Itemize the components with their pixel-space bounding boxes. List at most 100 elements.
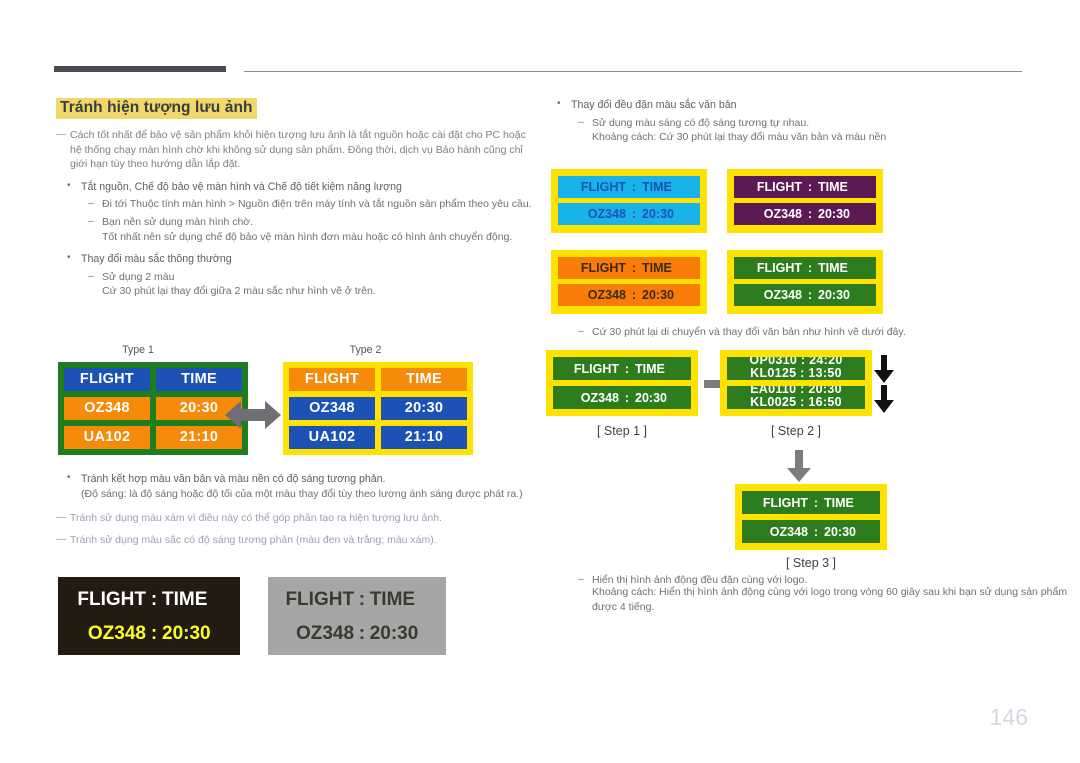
type1-label: Type 1 xyxy=(122,344,154,356)
purple-flight-label: FLIGHT xyxy=(756,180,802,194)
step2-board: OP0310 : 24:20 KL0125 : 13:50 EA0110 : 2… xyxy=(720,350,872,416)
gray-sample-row2: OZ348 : 20:30 xyxy=(268,617,446,651)
type2-label: Type 2 xyxy=(349,344,382,356)
dark-contrast-sample: FLIGHT : TIME OZ348 : 20:30 xyxy=(58,577,240,655)
orange-sep1: : xyxy=(631,261,637,275)
page-number: 146 xyxy=(989,704,1028,730)
step3-sep1: : xyxy=(813,495,819,510)
dark-sample-time-value: 20:30 xyxy=(162,623,211,644)
orange-panel-row1: FLIGHT : TIME xyxy=(558,257,700,279)
board-header-row: FLIGHT TIME xyxy=(64,368,242,391)
orange-panel: FLIGHT : TIME OZ348 : 20:30 xyxy=(551,250,707,314)
gray-sample-flight-value: OZ348 xyxy=(295,623,355,644)
purple-panel-row2: OZ348 : 20:30 xyxy=(734,203,876,225)
cell-flight-oz348: OZ348 xyxy=(289,397,375,420)
bullet-color-change: Thay đổi màu sắc thông thường xyxy=(56,251,538,267)
cyan-sep1: : xyxy=(631,180,637,194)
dark-sample-row2: OZ348 : 20:30 xyxy=(58,617,240,651)
sub-use-screensaver: Bạn nên sử dụng màn hình chờ. xyxy=(56,214,538,230)
note-logo-display-detail: Khoảng cách: Hiển thị hình ảnh động cùng… xyxy=(592,586,1068,613)
green-sep2: : xyxy=(807,288,813,302)
bullet-avoid-contrast-detail: (Độ sáng: là độ sáng hoặc độ tối của một… xyxy=(81,487,523,500)
board-row: OZ348 20:30 xyxy=(289,397,467,420)
step3-flight-label: FLIGHT xyxy=(762,495,808,510)
step1-sep2: : xyxy=(624,390,630,405)
purple-sep2: : xyxy=(807,207,813,221)
cyan-flight-value: OZ348 xyxy=(587,207,626,221)
sub-display-properties: Đi tới Thuộc tính màn hình > Nguồn điện … xyxy=(56,196,538,212)
cell-time-2110: 21:10 xyxy=(381,426,467,449)
intro-note: Cách tốt nhất để bảo vệ sản phẩm khỏi hi… xyxy=(56,127,538,172)
orange-flight-value: OZ348 xyxy=(587,288,626,302)
swap-arrow-icon xyxy=(225,398,281,437)
board-header-row: FLIGHT TIME xyxy=(289,368,467,391)
manual-page: Tránh hiện tượng lưu ảnh Cách tốt nhất đ… xyxy=(0,0,1080,763)
purple-time-value: 20:30 xyxy=(818,207,850,221)
cyan-sep2: : xyxy=(631,207,637,221)
step1-row2: OZ348 : 20:30 xyxy=(553,386,691,409)
orange-sep2: : xyxy=(631,288,637,302)
step3-sep2: : xyxy=(813,524,819,539)
step1-flight-label: FLIGHT xyxy=(573,361,619,376)
header-time: TIME xyxy=(156,368,242,391)
dark-sample-sep2: : xyxy=(150,623,158,644)
gray-sample-sep2: : xyxy=(358,623,366,644)
cyan-panel-row1: FLIGHT : TIME xyxy=(558,176,700,198)
purple-panel: FLIGHT : TIME OZ348 : 20:30 xyxy=(727,169,883,233)
board-row: UA102 21:10 xyxy=(289,426,467,449)
step3-label: [ Step 3 ] xyxy=(785,556,837,570)
step3-row2: OZ348 : 20:30 xyxy=(742,520,880,543)
gray-sample-row1: FLIGHT : TIME xyxy=(268,583,446,617)
purple-panel-row1: FLIGHT : TIME xyxy=(734,176,876,198)
orange-panel-row2: OZ348 : 20:30 xyxy=(558,284,700,306)
gray-sample-sep1: : xyxy=(358,589,366,610)
dark-sample-sep1: : xyxy=(150,589,158,610)
gray-contrast-sample: FLIGHT : TIME OZ348 : 20:30 xyxy=(268,577,446,655)
green-sep1: : xyxy=(807,261,813,275)
step1-time-value: 20:30 xyxy=(635,390,667,405)
orange-time-value: 20:30 xyxy=(642,288,674,302)
dark-sample-flight-label: FLIGHT xyxy=(77,589,146,610)
step2-strip1-line2: KL0125 : 13:50 xyxy=(750,366,842,380)
header-flight: FLIGHT xyxy=(289,368,375,391)
step1-time-label: TIME xyxy=(635,361,665,376)
sub-bright-colors-detail: Khoảng cách: Cứ 30 phút lại thay đổi màu… xyxy=(592,131,887,144)
header-time: TIME xyxy=(381,368,467,391)
header-rule xyxy=(244,71,1022,72)
green-flight-value: OZ348 xyxy=(763,288,802,302)
purple-time-label: TIME xyxy=(818,180,848,194)
left-column: Cách tốt nhất để bảo vệ sản phẩm khỏi hi… xyxy=(56,127,538,299)
sub-two-colors: Sử dụng 2 màu xyxy=(56,269,538,285)
cyan-panel-row2: OZ348 : 20:30 xyxy=(558,203,700,225)
scroll-down-icon-1 xyxy=(874,355,894,388)
dark-sample-flight-value: OZ348 xyxy=(87,623,146,644)
bullet-power-off: Tắt nguồn, Chế độ bảo vệ màn hình và Chế… xyxy=(56,179,538,195)
step2-strip2: EA0110 : 20:30 KL0025 : 16:50 xyxy=(727,386,865,409)
green-panel: FLIGHT : TIME OZ348 : 20:30 xyxy=(727,250,883,314)
step1-sep1: : xyxy=(624,361,630,376)
step1-row1: FLIGHT : TIME xyxy=(553,357,691,380)
step3-board: FLIGHT : TIME OZ348 : 20:30 xyxy=(735,484,887,550)
gray-sample-flight-label: FLIGHT xyxy=(285,589,355,610)
gray-sample-time-value: 20:30 xyxy=(369,623,419,644)
step1-board: FLIGHT : TIME OZ348 : 20:30 xyxy=(546,350,698,416)
cell-flight-ua102: UA102 xyxy=(64,426,150,449)
header-accent-bar xyxy=(54,66,226,72)
board-row: UA102 21:10 xyxy=(64,426,242,449)
orange-time-label: TIME xyxy=(642,261,672,275)
step2-strip1: OP0310 : 24:20 KL0125 : 13:50 xyxy=(727,357,865,380)
purple-sep1: : xyxy=(807,180,813,194)
step1-flight-value: OZ348 xyxy=(580,390,619,405)
cell-flight-oz348: OZ348 xyxy=(64,397,150,420)
green-time-label: TIME xyxy=(818,261,848,275)
dark-sample-row1: FLIGHT : TIME xyxy=(58,583,240,617)
step3-row1: FLIGHT : TIME xyxy=(742,491,880,514)
sub-two-colors-detail: Cứ 30 phút lại thay đổi giữa 2 màu sắc n… xyxy=(102,285,376,298)
cyan-flight-label: FLIGHT xyxy=(580,180,626,194)
down-arrow-icon xyxy=(787,450,811,487)
note-move-text: Cứ 30 phút lại di chuyển và thay đổi văn… xyxy=(546,324,1072,340)
purple-flight-value: OZ348 xyxy=(763,207,802,221)
scroll-down-icon-2 xyxy=(874,385,894,418)
flight-board-type1: FLIGHT TIME OZ348 20:30 UA102 21:10 xyxy=(58,362,248,455)
bullet-avoid-contrast: Tránh kết hợp màu văn bản và màu nền có … xyxy=(56,471,538,487)
